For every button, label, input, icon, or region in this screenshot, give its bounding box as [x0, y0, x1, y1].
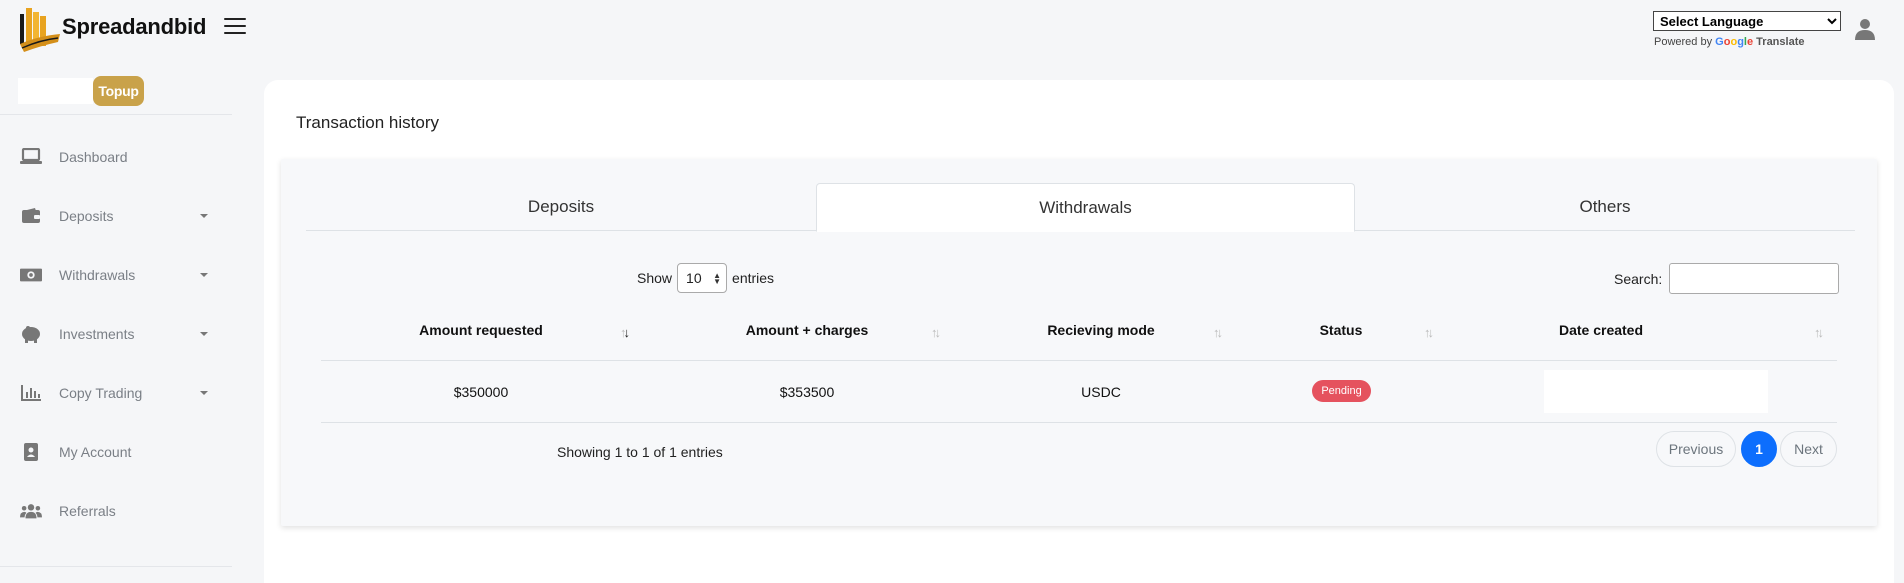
page-length-control: Show 10 ▲ ▼ entries	[637, 263, 774, 293]
tab-others[interactable]: Others	[1355, 183, 1855, 231]
table-divider	[321, 360, 1837, 361]
sidebar-item-label: Deposits	[59, 208, 114, 224]
tab-withdrawals[interactable]: Withdrawals	[816, 183, 1355, 232]
sidebar-item-investments[interactable]: Investments	[0, 314, 232, 354]
chevron-down-icon	[200, 332, 208, 336]
wallet-icon	[20, 206, 42, 226]
page-title: Transaction history	[296, 113, 439, 132]
cell-amount-charges: $353500	[779, 384, 835, 400]
balance-display	[18, 78, 93, 104]
sidebar-item-label: Investments	[59, 326, 135, 342]
sidebar-item-my-account[interactable]: My Account	[0, 432, 232, 472]
sidebar-item-label: Referrals	[59, 503, 116, 519]
page-length-select[interactable]: 10 ▲ ▼	[677, 263, 728, 293]
google-translate-credit: Powered by Google Translate	[1654, 36, 1805, 48]
sidebar-item-copy-trading[interactable]: Copy Trading	[0, 373, 232, 413]
user-icon[interactable]	[1855, 18, 1875, 40]
sort-icon[interactable]: ↑↓	[1213, 325, 1223, 340]
column-header-amount-requested[interactable]: Amount requested	[399, 322, 563, 338]
search-input[interactable]	[1669, 263, 1840, 294]
sort-arrows-icon: ▲ ▼	[713, 271, 722, 286]
table-search: Search:	[1614, 263, 1840, 294]
column-header-amount-charges[interactable]: Amount + charges	[717, 322, 897, 338]
sidebar-item-label: Copy Trading	[59, 385, 143, 401]
logo-icon	[20, 8, 60, 52]
sort-icon[interactable]: ↑↓	[931, 325, 941, 340]
top-bar: Spreadandbid Select Language Powered by …	[0, 0, 1904, 62]
sidebar-item-label: My Account	[59, 444, 132, 460]
main-card: Transaction history Deposits Withdrawals…	[264, 80, 1894, 583]
chevron-down-icon	[200, 273, 208, 277]
table-divider	[321, 422, 1837, 423]
table-info: Showing 1 to 1 of 1 entries	[557, 444, 723, 460]
sidebar-divider	[0, 114, 232, 115]
chevron-down-icon	[200, 391, 208, 395]
sort-icon[interactable]: ↑↓	[620, 325, 630, 340]
next-page-button[interactable]: Next	[1780, 431, 1837, 467]
bar-chart-icon	[20, 383, 42, 403]
sidebar-item-referrals[interactable]: Referrals	[0, 491, 232, 531]
column-header-status[interactable]: Status	[1301, 322, 1381, 338]
page-1-button[interactable]: 1	[1741, 431, 1777, 467]
menu-toggle-icon[interactable]	[224, 18, 246, 36]
laptop-icon	[20, 147, 42, 167]
sort-icon[interactable]: ↑↓	[1814, 325, 1824, 340]
column-header-date-created[interactable]: Date created	[1531, 322, 1671, 338]
cell-date-created	[1544, 370, 1768, 413]
sidebar-item-label: Dashboard	[59, 149, 128, 165]
search-label: Search:	[1614, 270, 1663, 287]
id-badge-icon	[20, 442, 42, 462]
piggy-bank-icon	[20, 324, 42, 344]
cell-amount-requested: $350000	[453, 384, 509, 400]
chevron-down-icon	[200, 214, 208, 218]
language-select[interactable]: Select Language	[1653, 11, 1841, 31]
sidebar-item-withdrawals[interactable]: Withdrawals	[0, 255, 232, 295]
sidebar-item-deposits[interactable]: Deposits	[0, 196, 232, 236]
brand-name: Spreadandbid	[62, 14, 207, 39]
sidebar-divider	[0, 566, 232, 567]
sidebar: Topup Dashboard Deposits Withdrawals Inv…	[0, 62, 236, 583]
show-label: Show	[637, 270, 673, 286]
column-header-receiving-mode[interactable]: Recieving mode	[1013, 322, 1189, 338]
cell-receiving-mode: USDC	[1081, 384, 1121, 400]
sidebar-item-label: Withdrawals	[59, 267, 136, 283]
money-icon	[20, 265, 42, 285]
sort-icon[interactable]: ↑↓	[1424, 325, 1434, 340]
users-icon	[20, 501, 42, 521]
previous-page-button[interactable]: Previous	[1656, 431, 1736, 467]
transactions-panel: Deposits Withdrawals Others Show 10 ▲ ▼ e…	[281, 159, 1877, 526]
status-badge: Pending	[1312, 380, 1371, 402]
sidebar-item-dashboard[interactable]: Dashboard	[0, 137, 232, 177]
tab-bar: Deposits Withdrawals Others	[306, 183, 1855, 232]
entries-label: entries	[732, 270, 775, 286]
tab-deposits[interactable]: Deposits	[306, 183, 816, 231]
topup-button[interactable]: Topup	[93, 76, 144, 106]
